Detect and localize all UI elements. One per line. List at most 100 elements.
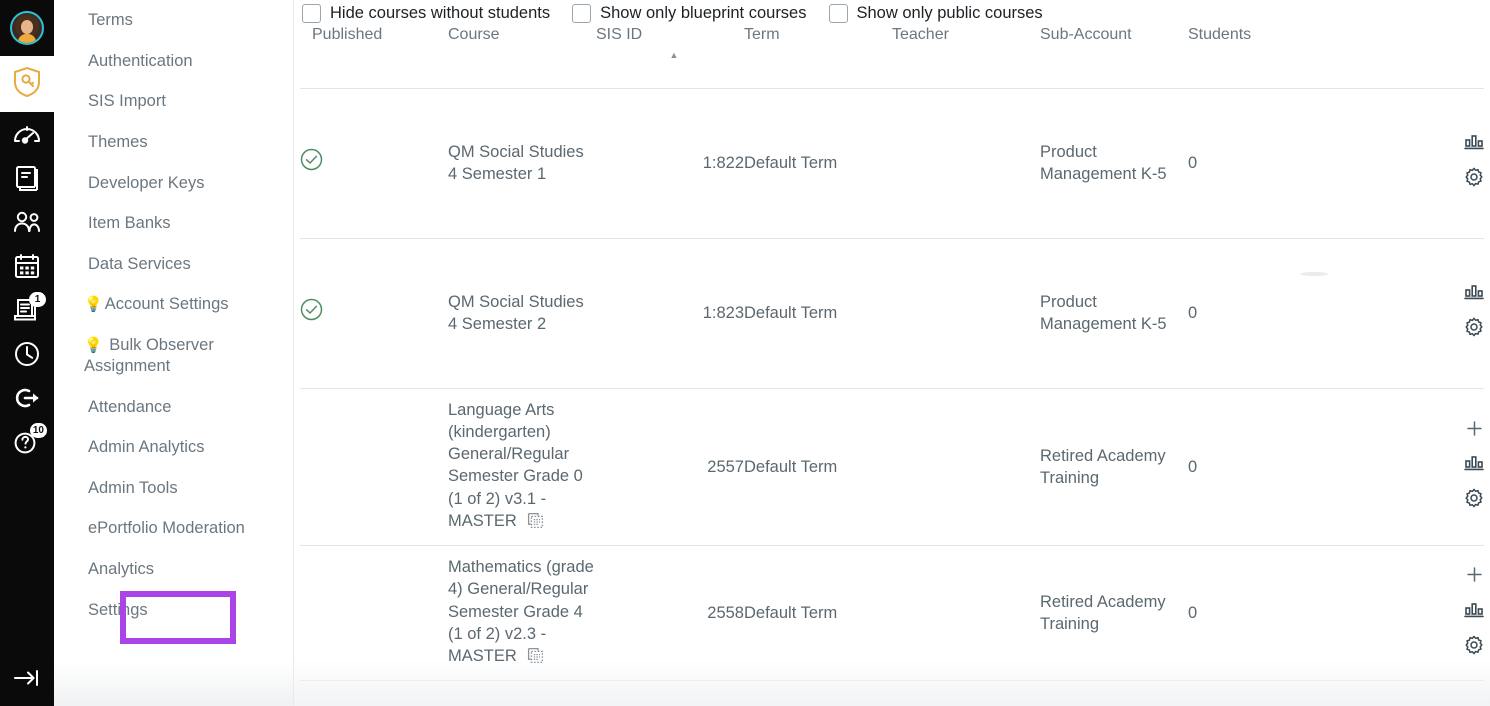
sidebar-bottom-fade bbox=[54, 662, 293, 706]
history-clock-icon bbox=[14, 341, 40, 367]
sidebar-item-analytics[interactable]: Analytics bbox=[54, 549, 293, 590]
cell-course-name[interactable]: Language Arts (kindergarten) General/Reg… bbox=[448, 388, 596, 547]
sidebar-item-authentication[interactable]: Authentication bbox=[54, 41, 293, 82]
courses-main-panel: Hide courses without students Show only … bbox=[294, 0, 1490, 706]
sidebar-item-admin-analytics[interactable]: Admin Analytics bbox=[54, 427, 293, 468]
course-name-link[interactable]: QM Social Studies 4 Semester 1 bbox=[448, 143, 584, 183]
sidebar-item-bulk-observer-assignment[interactable]: 💡 Bulk Observer Assignment bbox=[54, 325, 293, 386]
cell-teacher bbox=[892, 545, 1040, 682]
published-check-circle-icon bbox=[300, 298, 323, 327]
cell-students: 0 bbox=[1188, 680, 1336, 706]
nav-item-history[interactable] bbox=[0, 332, 54, 376]
nav-item-dashboard[interactable] bbox=[0, 112, 54, 156]
sidebar-item-label: Account Settings bbox=[104, 295, 229, 314]
cell-published bbox=[300, 680, 448, 706]
cell-sub-account: Retired Academy bbox=[1040, 680, 1188, 706]
sidebar-item-developer-keys[interactable]: Developer Keys bbox=[54, 163, 293, 204]
expand-arrow-icon bbox=[12, 668, 42, 693]
sidebar-item-terms[interactable]: Terms bbox=[54, 0, 293, 41]
column-header-published[interactable]: Published bbox=[300, 26, 448, 89]
table-row[interactable]: Mathematics (grade 4) General/Regular 25… bbox=[300, 680, 1484, 706]
cell-term: Default Term bbox=[744, 238, 892, 389]
checkbox-show-only-blueprint-courses[interactable] bbox=[572, 3, 592, 23]
course-name-link[interactable]: Mathematics (grade 4) General/Regular Se… bbox=[448, 558, 594, 665]
cell-sis-id: 2557 bbox=[596, 388, 744, 547]
statistics-bar-chart-icon[interactable] bbox=[1464, 283, 1484, 307]
cell-published bbox=[300, 238, 448, 389]
table-row[interactable]: QM Social Studies 4 Semester 1 1:822 Def… bbox=[300, 88, 1484, 239]
statistics-bar-chart-icon[interactable] bbox=[1464, 133, 1484, 157]
cell-teacher bbox=[892, 388, 1040, 547]
filter-label: Hide courses without students bbox=[330, 3, 551, 22]
expand-navigation-button[interactable] bbox=[0, 662, 54, 698]
account-avatar-button[interactable] bbox=[0, 0, 54, 56]
cell-sub-account: Product Management K-5 bbox=[1040, 238, 1188, 389]
checkbox-hide-courses-without-students[interactable] bbox=[302, 3, 321, 23]
cell-actions bbox=[1336, 388, 1484, 547]
cell-sis-id: 2558 bbox=[596, 545, 744, 682]
help-badge: 10 bbox=[29, 423, 47, 438]
global-navigation: 1 10 bbox=[0, 0, 54, 706]
sidebar-item-sis-import[interactable]: SIS Import bbox=[54, 81, 293, 122]
account-settings-sidebar: Terms Authentication SIS Import Themes D… bbox=[54, 0, 294, 706]
course-settings-gear-icon[interactable] bbox=[1464, 488, 1484, 514]
cell-teacher bbox=[892, 88, 1040, 239]
course-name-link[interactable]: Language Arts (kindergarten) General/Reg… bbox=[448, 401, 583, 530]
table-row[interactable]: Mathematics (grade 4) General/Regular Se… bbox=[300, 545, 1484, 682]
nav-item-admin[interactable] bbox=[0, 56, 54, 112]
nav-item-courses[interactable] bbox=[0, 156, 54, 200]
cell-course-name[interactable]: Mathematics (grade 4) General/Regular bbox=[448, 680, 596, 706]
sidebar-item-settings[interactable]: Settings bbox=[54, 590, 293, 631]
column-header-course[interactable]: Course bbox=[448, 26, 596, 89]
cell-term: Default Term bbox=[744, 388, 892, 547]
sidebar-item-item-banks[interactable]: Item Banks bbox=[54, 203, 293, 244]
sidebar-item-eportfolio-moderation[interactable]: ePortfolio Moderation bbox=[54, 508, 293, 549]
blueprint-copy-icon[interactable] bbox=[527, 647, 544, 670]
filter-show-only-public-courses[interactable]: Show only public courses bbox=[828, 3, 1043, 23]
sidebar-item-admin-tools[interactable]: Admin Tools bbox=[54, 468, 293, 509]
nav-item-help[interactable]: 10 bbox=[0, 420, 54, 464]
statistics-bar-chart-icon[interactable] bbox=[1464, 601, 1484, 625]
blueprint-copy-icon[interactable] bbox=[527, 512, 544, 535]
checkbox-show-only-public-courses[interactable] bbox=[828, 3, 848, 23]
cell-course-name[interactable]: QM Social Studies 4 Semester 2 bbox=[448, 238, 596, 389]
statistics-bar-chart-icon[interactable] bbox=[1464, 454, 1484, 478]
nav-item-inbox[interactable]: 1 bbox=[0, 288, 54, 332]
course-settings-gear-icon[interactable] bbox=[1464, 635, 1484, 661]
filter-hide-courses-without-students[interactable]: Hide courses without students bbox=[302, 3, 551, 23]
add-user-plus-icon[interactable] bbox=[1465, 565, 1484, 590]
sidebar-item-account-settings[interactable]: 💡 Account Settings bbox=[54, 284, 293, 325]
column-header-sis-id[interactable]: SIS ID ▲ bbox=[596, 26, 744, 89]
nav-item-commons[interactable] bbox=[0, 376, 54, 420]
course-name-link[interactable]: QM Social Studies 4 Semester 2 bbox=[448, 293, 584, 333]
cell-students: 0 bbox=[1188, 388, 1336, 547]
cell-course-name[interactable]: QM Social Studies 4 Semester 1 bbox=[448, 88, 596, 239]
column-header-term[interactable]: Term bbox=[744, 26, 892, 89]
column-header-students[interactable]: Students bbox=[1188, 26, 1336, 89]
courses-table-header: Published Course SIS ID ▲ Term Teacher S… bbox=[300, 26, 1484, 89]
dashboard-gauge-icon bbox=[12, 121, 42, 147]
cell-published bbox=[300, 88, 448, 239]
course-settings-gear-icon[interactable] bbox=[1464, 167, 1484, 193]
course-settings-gear-icon[interactable] bbox=[1464, 317, 1484, 343]
sidebar-item-themes[interactable]: Themes bbox=[54, 122, 293, 163]
sidebar-item-attendance[interactable]: Attendance bbox=[54, 387, 293, 428]
filter-show-only-blueprint-courses[interactable]: Show only blueprint courses bbox=[572, 3, 807, 23]
cell-course-name[interactable]: Mathematics (grade 4) General/Regular Se… bbox=[448, 545, 596, 682]
cell-sis-id: 1:822 bbox=[596, 88, 744, 239]
cell-actions bbox=[1336, 88, 1484, 239]
table-row[interactable]: QM Social Studies 4 Semester 2 1:823 Def… bbox=[300, 238, 1484, 389]
nav-item-calendar[interactable] bbox=[0, 244, 54, 288]
sidebar-item-label: Bulk Observer Assignment bbox=[84, 336, 214, 375]
table-row[interactable]: Language Arts (kindergarten) General/Reg… bbox=[300, 388, 1484, 547]
column-header-sub-account[interactable]: Sub-Account bbox=[1040, 26, 1188, 89]
sidebar-item-data-services[interactable]: Data Services bbox=[54, 244, 293, 285]
cell-teacher bbox=[892, 238, 1040, 389]
column-header-teacher[interactable]: Teacher bbox=[892, 26, 1040, 89]
lightbulb-icon: 💡 bbox=[84, 296, 103, 314]
inbox-badge: 1 bbox=[29, 292, 46, 307]
cell-sub-account: Retired Academy Training bbox=[1040, 545, 1188, 682]
add-user-plus-icon[interactable] bbox=[1465, 419, 1484, 444]
nav-item-groups[interactable] bbox=[0, 200, 54, 244]
cell-sub-account: Product Management K-5 bbox=[1040, 88, 1188, 239]
